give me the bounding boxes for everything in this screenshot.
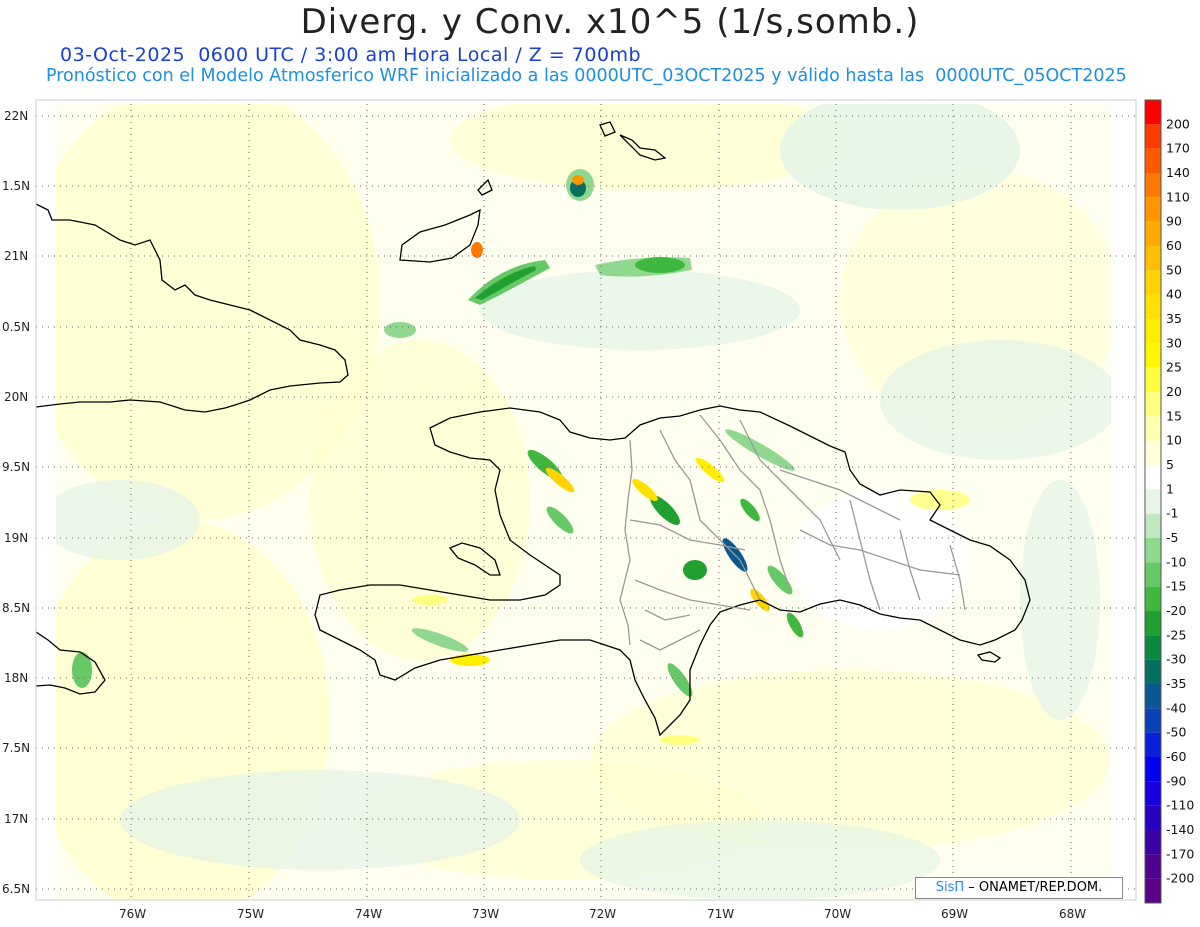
sispi-logo-text: SisΠ — [935, 880, 965, 895]
colorbar-swatch — [1145, 270, 1161, 295]
colorbar-swatch — [1145, 294, 1161, 319]
colorbar-label: -50 — [1166, 725, 1186, 740]
colorbar-swatch — [1145, 830, 1161, 855]
colorbar-label: -10 — [1166, 554, 1186, 569]
colorbar-label: 10 — [1166, 433, 1182, 448]
colorbar-swatch — [1145, 635, 1161, 660]
lat-label: 7.5N — [2, 741, 30, 755]
colorbar-swatch — [1145, 611, 1161, 636]
colorbar-label: 200 — [1166, 116, 1190, 131]
colorbar-swatch — [1145, 854, 1161, 879]
colorbar-label: -110 — [1166, 798, 1194, 813]
colorbar-label: -20 — [1166, 603, 1186, 618]
colorbar-label: 90 — [1166, 214, 1182, 229]
colorbar-label: 5 — [1166, 457, 1174, 472]
colorbar: 200 170 140 110 90 60 50 40 35 30 25 20 15 10 5 1 -1 -5 -1… — [1144, 99, 1194, 904]
colorbar-label: 110 — [1166, 189, 1190, 204]
lon-label: 72W — [589, 907, 616, 921]
longitude-labels: 76W 75W 74W 73W 72W 71W 70W 69W 68W — [119, 907, 1086, 921]
lat-label: 17N — [4, 812, 28, 826]
colorbar-label: 40 — [1166, 287, 1182, 302]
colorbar-label: -170 — [1166, 846, 1194, 861]
colorbar-swatch — [1145, 805, 1161, 830]
colorbar-label: -90 — [1166, 773, 1186, 788]
colorbar-label: 60 — [1166, 238, 1182, 253]
lat-label: 8.5N — [2, 601, 30, 615]
credit-text: – ONAMET/REP.DOM. — [964, 880, 1103, 895]
colorbar-label: -200 — [1166, 871, 1194, 886]
colorbar-swatch — [1145, 659, 1161, 684]
lon-label: 70W — [824, 907, 851, 921]
lon-label: 73W — [472, 907, 499, 921]
colorbar-label: -5 — [1166, 530, 1178, 545]
colorbar-label: 20 — [1166, 384, 1182, 399]
colorbar-label: 30 — [1166, 335, 1182, 350]
colorbar-label: -30 — [1166, 652, 1186, 667]
lon-label: 68W — [1059, 907, 1086, 921]
lon-label: 74W — [355, 907, 382, 921]
colorbar-swatch — [1145, 489, 1161, 514]
divergence-field — [56, 104, 1111, 899]
colorbar-label: -60 — [1166, 749, 1186, 764]
colorbar-label: 1 — [1166, 481, 1174, 496]
colorbar-label: 15 — [1166, 408, 1182, 423]
colorbar-swatch — [1145, 367, 1161, 392]
colorbar-label: -25 — [1166, 627, 1186, 642]
lat-label: 18N — [4, 671, 28, 685]
colorbar-label: -140 — [1166, 822, 1194, 837]
colorbar-swatch — [1145, 100, 1161, 125]
lat-label: 22N — [4, 109, 28, 123]
colorbar-label: 35 — [1166, 311, 1182, 326]
colorbar-swatch — [1145, 197, 1161, 222]
colorbar-swatch — [1145, 732, 1161, 757]
lon-label: 75W — [237, 907, 264, 921]
colorbar-swatch — [1145, 440, 1161, 465]
lon-label: 71W — [707, 907, 734, 921]
colorbar-swatch — [1145, 586, 1161, 611]
latitude-labels: 22N 1.5N 21N 0.5N 20N 9.5N 19N 8.5N 18N … — [2, 109, 30, 896]
lat-label: 9.5N — [2, 460, 30, 474]
lat-label: 1.5N — [2, 179, 30, 193]
lon-label: 69W — [941, 907, 968, 921]
colorbar-swatch — [1145, 392, 1161, 417]
lat-label: 6.5N — [2, 882, 30, 896]
lat-label: 0.5N — [2, 320, 30, 334]
colorbar-swatch — [1145, 562, 1161, 587]
colorbar-label: 50 — [1166, 262, 1182, 277]
colorbar-label: -35 — [1166, 676, 1186, 691]
colorbar-label: 140 — [1166, 165, 1190, 180]
colorbar-swatch — [1145, 708, 1161, 733]
lat-label: 20N — [4, 390, 28, 404]
colorbar-label: -40 — [1166, 700, 1186, 715]
colorbar-swatch — [1145, 538, 1161, 563]
colorbar-label: 170 — [1166, 141, 1190, 156]
colorbar-swatch — [1145, 781, 1161, 806]
colorbar-swatch — [1145, 878, 1161, 903]
colorbar-swatch — [1145, 173, 1161, 198]
colorbar-swatch — [1145, 319, 1161, 344]
map-figure: 22N 1.5N 21N 0.5N 20N 9.5N 19N 8.5N 18N … — [2, 99, 1194, 921]
credit-box: SisΠ – ONAMET/REP.DOM. — [915, 877, 1123, 899]
colorbar-swatch — [1145, 221, 1161, 246]
colorbar-label: 25 — [1166, 360, 1182, 375]
lon-label: 76W — [119, 907, 146, 921]
colorbar-swatch — [1145, 684, 1161, 709]
lat-label: 19N — [4, 531, 28, 545]
lat-label: 21N — [4, 249, 28, 263]
colorbar-swatch — [1145, 124, 1161, 149]
colorbar-swatch — [1145, 465, 1161, 490]
colorbar-swatch — [1145, 416, 1161, 441]
colorbar-label: -15 — [1166, 579, 1186, 594]
colorbar-swatch — [1145, 246, 1161, 271]
colorbar-swatch — [1145, 757, 1161, 782]
colorbar-swatch — [1145, 343, 1161, 368]
colorbar-swatch — [1145, 148, 1161, 173]
colorbar-swatch — [1145, 513, 1161, 538]
colorbar-label: -1 — [1166, 506, 1178, 521]
